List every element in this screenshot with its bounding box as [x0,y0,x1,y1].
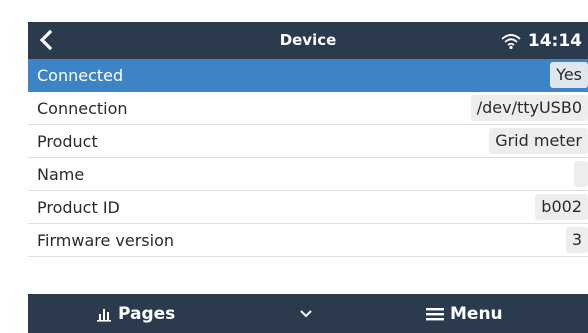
row-value: 3 [565,227,588,253]
row-connected[interactable]: Connected Yes [28,59,588,92]
device-frame: Device 14:14 Connected Yes Connection /d… [0,0,588,333]
row-name[interactable]: Name [28,158,588,191]
row-label: Name [37,164,85,184]
row-value: b002 [535,194,588,220]
row-firmware-version[interactable]: Firmware version 3 [28,224,588,257]
hamburger-icon [426,307,444,320]
row-value: Yes [550,62,588,88]
row-label: Product ID [37,197,120,217]
settings-list: Connected Yes Connection /dev/ttyUSB0 Pr… [28,59,588,257]
menu-label: Menu [450,303,503,324]
pages-button[interactable]: Pages [96,294,175,333]
row-value: Grid meter [489,128,588,154]
top-bar: Device 14:14 [28,22,588,59]
row-product-id[interactable]: Product ID b002 [28,191,588,224]
chevron-down-icon [300,310,312,318]
bar-chart-icon [97,308,111,322]
clock: 14:14 [527,30,582,51]
bottom-bar: Pages Menu [28,294,588,333]
row-label: Connection [37,98,128,118]
row-connection[interactable]: Connection /dev/ttyUSB0 [28,92,588,125]
status-area: 14:14 [500,22,582,59]
pages-label: Pages [118,303,176,324]
row-label: Firmware version [37,230,175,250]
row-label: Product [37,131,98,151]
row-value [574,161,588,187]
wifi-icon [501,33,521,49]
scroll-down-button[interactable] [298,306,314,320]
row-value: /dev/ttyUSB0 [470,95,588,121]
menu-button[interactable]: Menu [426,294,503,333]
device-screen: Device 14:14 Connected Yes Connection /d… [28,22,588,333]
row-label: Connected [37,65,124,85]
row-product[interactable]: Product Grid meter [28,125,588,158]
